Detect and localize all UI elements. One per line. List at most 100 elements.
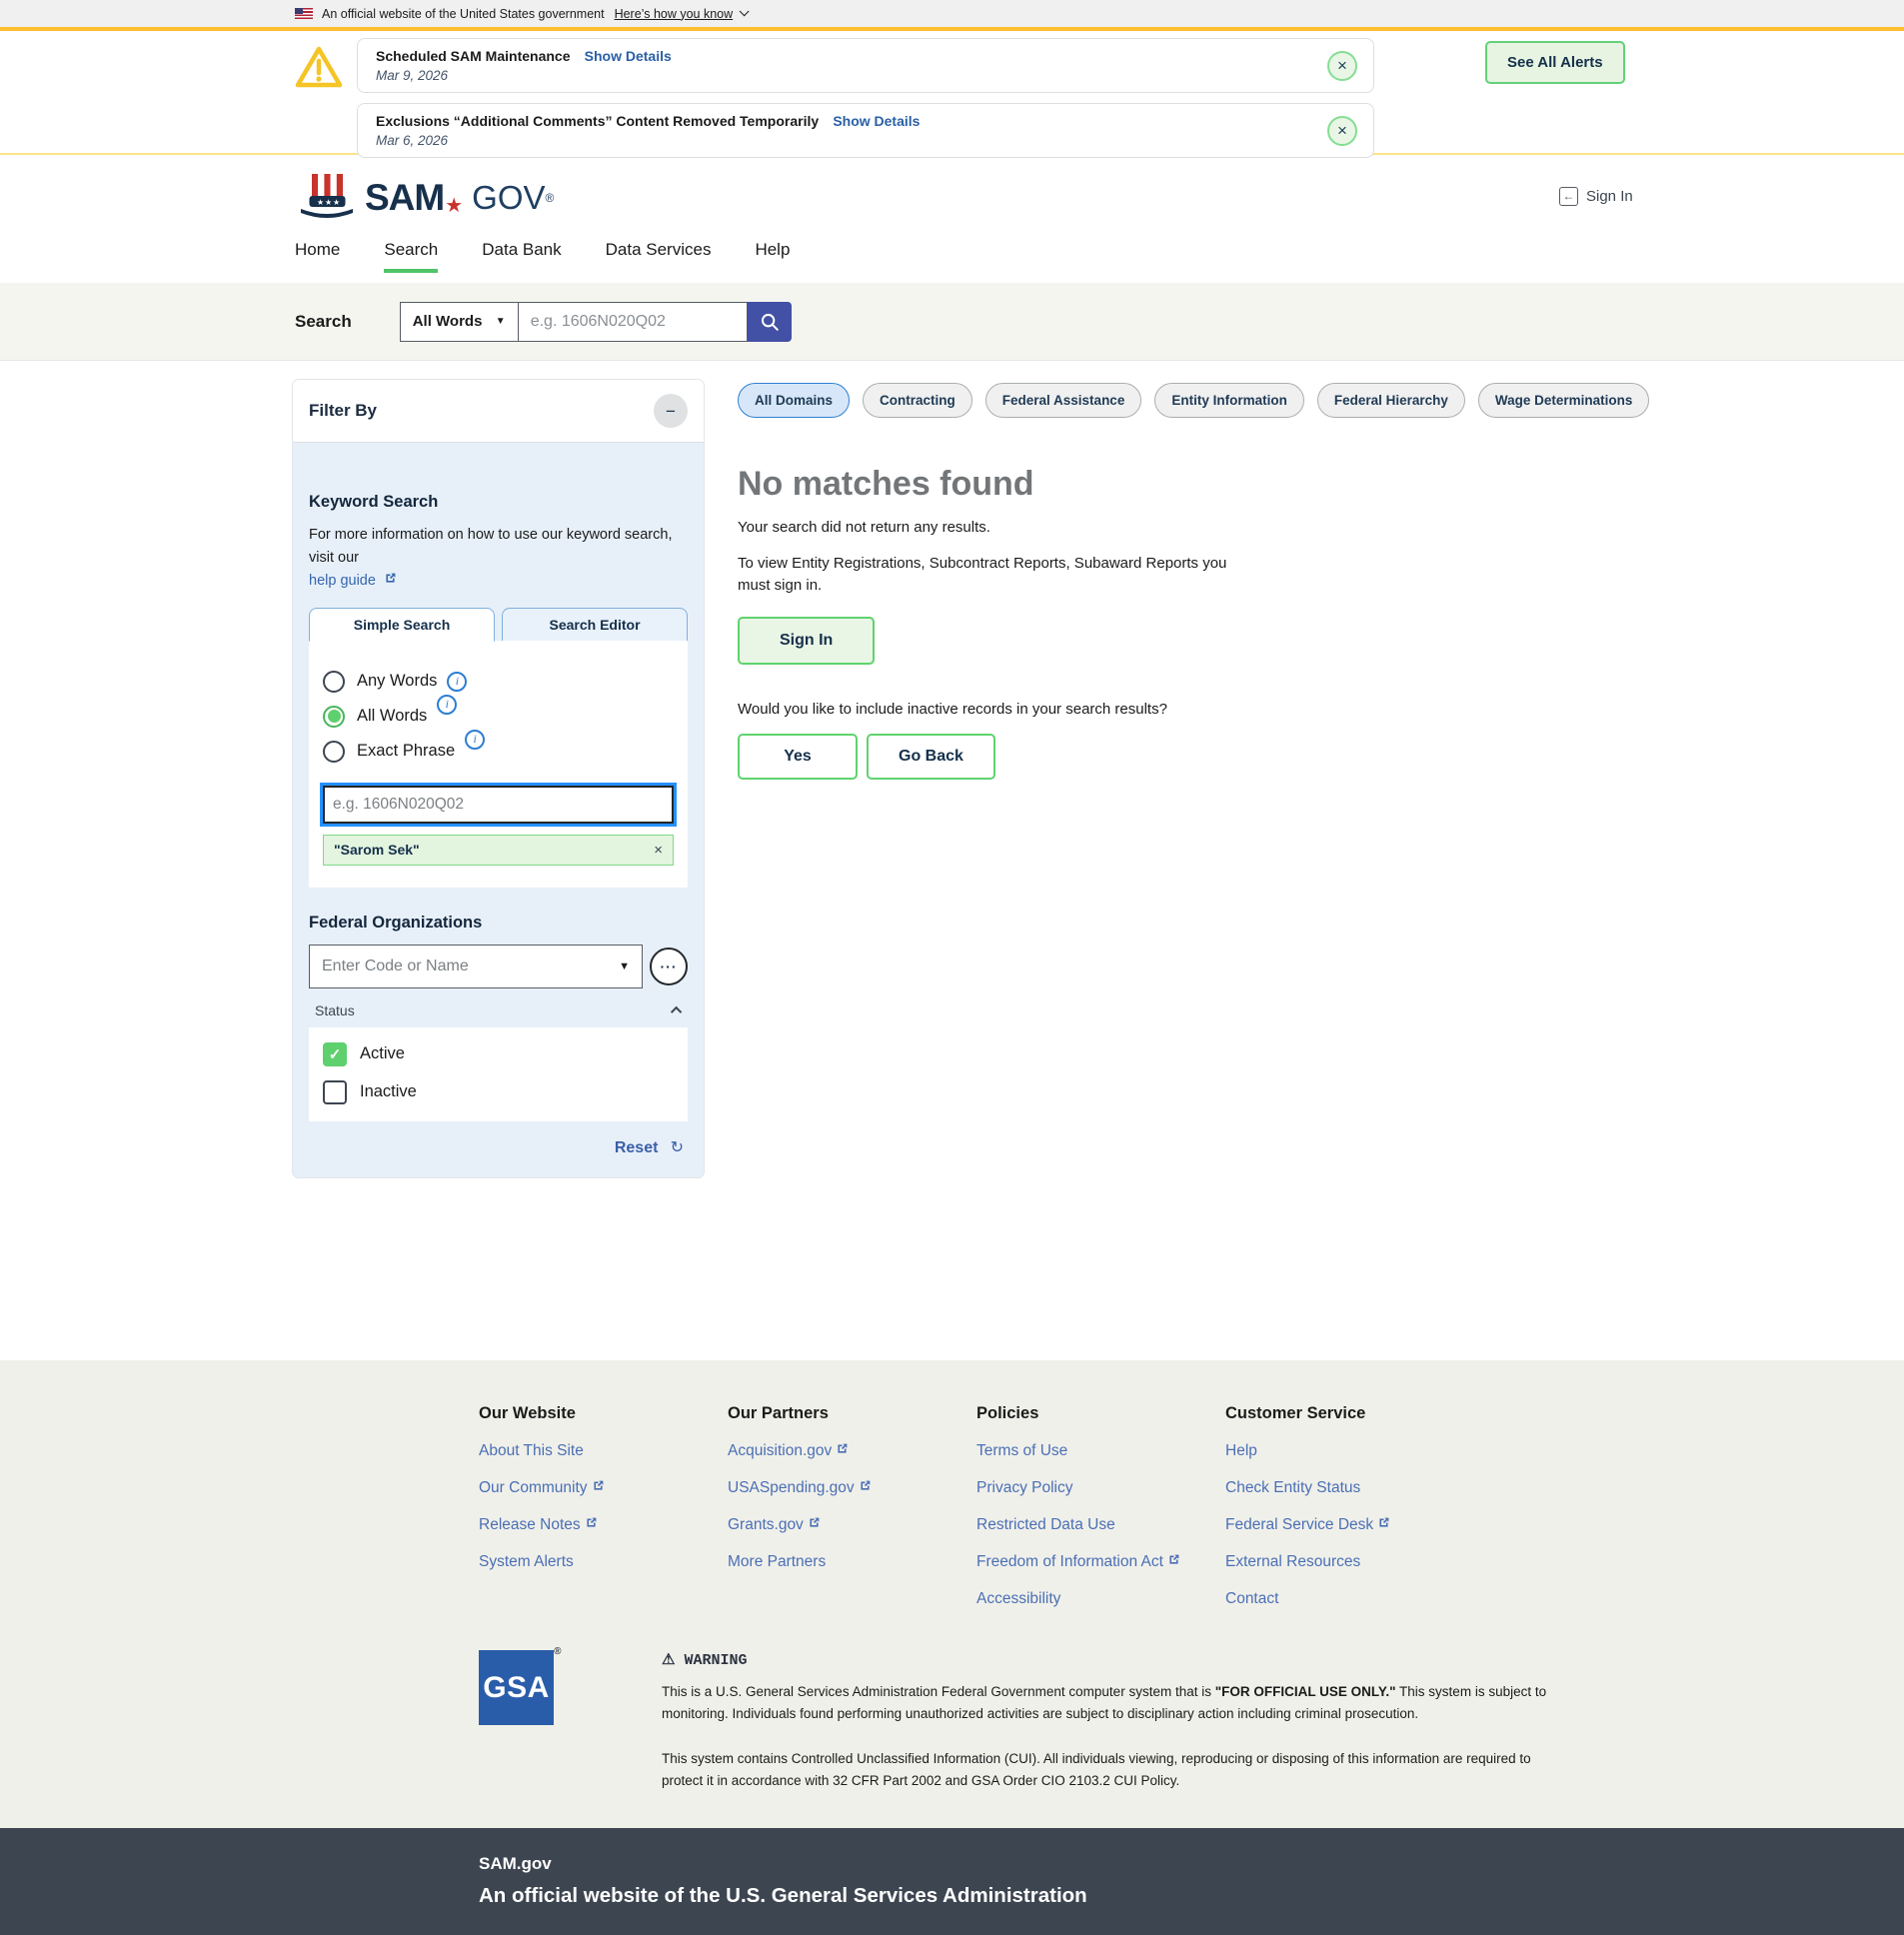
pill-federal-hierarchy[interactable]: Federal Hierarchy [1317,383,1465,418]
footer-identifier: SAM.gov An official website of the U.S. … [0,1828,1904,1935]
checkbox-active-row[interactable]: ✓ Active [323,1042,674,1066]
remove-chip-icon[interactable]: × [654,842,663,859]
pill-wage-determinations[interactable]: Wage Determinations [1478,383,1650,418]
pill-contracting[interactable]: Contracting [863,383,972,418]
radio-any-words-row: Any Words i [323,671,674,693]
search-mode-select[interactable]: All Words ▼ [400,302,519,342]
yes-button[interactable]: Yes [738,734,858,780]
filter-panel-body: Keyword Search For more information on h… [293,443,704,1177]
nav-item-data-bank[interactable]: Data Bank [482,240,561,269]
search-button[interactable] [748,302,792,342]
nav-item-help[interactable]: Help [755,240,790,269]
show-details-link[interactable]: Show Details [585,48,672,64]
footer-link-grants-gov[interactable]: Grants.gov [728,1516,956,1534]
footer-link-usaspending-gov[interactable]: USASpending.gov [728,1479,956,1497]
nav-item-home[interactable]: Home [295,240,340,269]
see-all-alerts-button[interactable]: See All Alerts [1485,41,1625,84]
tab-simple-search[interactable]: Simple Search [309,608,495,642]
checkbox-active[interactable]: ✓ [323,1042,347,1066]
gsa-logo-text: GSA [483,1671,550,1705]
radio-all-words[interactable] [323,706,345,728]
tab-search-editor[interactable]: Search Editor [502,608,688,642]
ellipsis-icon: ··· [661,959,678,974]
footer-link-contact[interactable]: Contact [1225,1590,1454,1608]
sign-in-button[interactable]: Sign In [738,617,875,665]
checkbox-inactive-row[interactable]: Inactive [323,1080,674,1104]
radio-all-words-row: All Words i [323,706,674,728]
pill-federal-assistance[interactable]: Federal Assistance [985,383,1142,418]
banner-text: An official website of the United States… [322,7,605,21]
footer-link-our-community[interactable]: Our Community [479,1479,708,1497]
pill-all-domains[interactable]: All Domains [738,383,850,418]
external-link-icon [808,1516,821,1529]
footer-link-help[interactable]: Help [1225,1442,1454,1460]
page-content: Filter By − Keyword Search For more info… [0,361,1904,1360]
info-icon[interactable]: i [447,672,467,692]
info-icon[interactable]: i [437,695,457,715]
external-link-icon [836,1442,849,1455]
logo-gov-text: GOV [472,179,545,217]
go-back-button[interactable]: Go Back [867,734,995,780]
footer-link-check-entity-status[interactable]: Check Entity Status [1225,1479,1454,1497]
footer-col-policies: Policies Terms of Use Privacy Policy Res… [976,1404,1225,1608]
collapse-filters-button[interactable]: − [654,394,688,428]
show-details-link[interactable]: Show Details [833,113,920,129]
warning-paragraph-1: This is a U.S. General Services Administ… [662,1681,1566,1726]
sign-in-link[interactable]: ← Sign In [1559,187,1633,206]
footer-link-about-this-site[interactable]: About This Site [479,1442,708,1460]
alert-maintenance: Scheduled SAM Maintenance Show Details M… [357,38,1374,93]
sign-in-icon: ← [1559,187,1578,206]
info-icon[interactable]: i [465,730,485,750]
footer-link-foia[interactable]: Freedom of Information Act [976,1553,1205,1571]
dropdown-caret-icon: ▼ [619,961,630,972]
main-nav: Home Search Data Bank Data Services Help [0,240,1904,283]
chevron-up-icon[interactable] [671,1005,682,1016]
more-options-button[interactable]: ··· [650,948,688,985]
search-strip: Search All Words ▼ [0,283,1904,361]
chevron-down-icon [740,6,750,16]
footer-link-federal-service-desk[interactable]: Federal Service Desk [1225,1516,1454,1534]
radio-any-words[interactable] [323,671,345,693]
nav-item-data-services[interactable]: Data Services [606,240,712,269]
footer-col-title: Our Website [479,1404,708,1423]
footer-link-restricted-data-use[interactable]: Restricted Data Use [976,1516,1205,1534]
checkbox-label: Inactive [360,1082,417,1101]
keyword-search-input[interactable] [323,786,674,824]
banner-how-link[interactable]: Here’s how you know [615,7,734,21]
pill-entity-information[interactable]: Entity Information [1154,383,1304,418]
checkbox-inactive[interactable] [323,1080,347,1104]
filter-by-title: Filter By [309,401,377,421]
sign-in-required-text: To view Entity Registrations, Subcontrac… [738,553,1237,597]
svg-text:★: ★ [317,198,324,207]
close-icon[interactable]: × [1327,51,1357,81]
alert-exclusions: Exclusions “Additional Comments” Content… [357,103,1374,158]
close-icon[interactable]: × [1327,116,1357,146]
radio-label: All Words [357,707,427,726]
search-mode-value: All Words [413,313,483,330]
reset-filters-link[interactable]: Reset [615,1139,659,1156]
inactive-records-question: Would you like to include inactive recor… [738,701,1557,718]
alert-date: Mar 9, 2026 [376,68,1313,83]
footer-link-external-resources[interactable]: External Resources [1225,1553,1454,1571]
footer-link-privacy-policy[interactable]: Privacy Policy [976,1479,1205,1497]
federal-org-combobox[interactable]: Enter Code or Name ▼ [309,945,643,988]
help-guide-link[interactable]: help guide [309,573,376,589]
nav-item-search[interactable]: Search [384,240,438,273]
footer-sam-gov-title: SAM.gov [479,1854,1904,1874]
footer-link-accessibility[interactable]: Accessibility [976,1590,1205,1608]
logo-star-icon: ★ [445,193,463,218]
federal-org-placeholder: Enter Code or Name [322,958,469,975]
footer-link-more-partners[interactable]: More Partners [728,1553,956,1571]
checkbox-label: Active [360,1044,405,1063]
global-search-input[interactable] [519,302,748,342]
sam-gov-logo[interactable]: ★★★ SAM★GOV® [295,171,554,225]
footer-link-system-alerts[interactable]: System Alerts [479,1553,708,1571]
footer-link-acquisition-gov[interactable]: Acquisition.gov [728,1442,956,1460]
status-card: ✓ Active Inactive [309,1027,688,1121]
footer-link-label: Release Notes [479,1516,581,1533]
footer-link-label: Federal Service Desk [1225,1516,1373,1533]
search-label: Search [295,312,352,332]
radio-exact-phrase[interactable] [323,741,345,763]
footer-link-release-notes[interactable]: Release Notes [479,1516,708,1534]
footer-link-terms-of-use[interactable]: Terms of Use [976,1442,1205,1460]
